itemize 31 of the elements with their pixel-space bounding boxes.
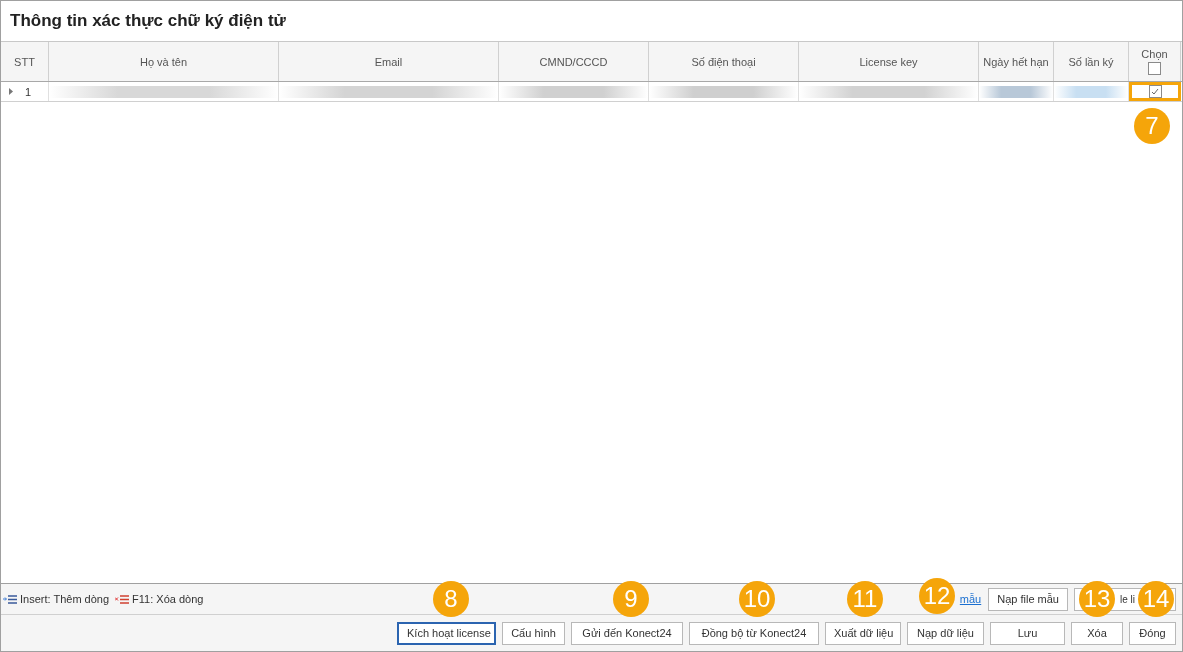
action-button[interactable]: Đóng (1129, 621, 1176, 645)
row-checkbox[interactable] (1148, 85, 1162, 98)
action-button[interactable]: Lưu (990, 621, 1065, 645)
delete-row-icon (115, 594, 130, 604)
column-header[interactable]: Ngày hết hạn (979, 42, 1054, 81)
check-icon (1150, 86, 1160, 97)
row-number: 1 (25, 85, 32, 98)
action-button[interactable]: Cấu hình (502, 621, 565, 645)
column-header[interactable]: STT (1, 42, 49, 81)
select-all-checkbox[interactable] (1148, 62, 1161, 75)
action-button[interactable]: Nạp dữ liệu (907, 621, 984, 645)
shortcut-hint: Insert: Thêm dòng (20, 593, 110, 605)
column-header[interactable]: CMND/CCCD (499, 42, 649, 81)
step-callout-tooltip: 12 (919, 578, 955, 614)
file-button[interactable]: Nạp file mẫu (988, 587, 1068, 611)
action-button[interactable]: Xóa (1071, 621, 1123, 645)
column-header[interactable]: Họ và tên (49, 42, 279, 81)
column-header[interactable]: Số điện thoại (649, 42, 799, 81)
window-title: Thông tin xác thực chữ ký điện tử (10, 11, 286, 31)
step-callout-tooltip: 7 (1134, 108, 1170, 144)
action-button[interactable]: Kích hoạt license (397, 621, 496, 645)
column-header[interactable]: Chọn (1129, 42, 1181, 81)
insert-row-icon (3, 594, 17, 604)
action-button[interactable]: Xuất dữ liệu (825, 621, 901, 645)
template-link[interactable]: mẫu (959, 593, 982, 605)
shortcut-hint: F11: Xóa dòng (132, 593, 204, 605)
action-button[interactable]: Đồng bộ từ Konect24 (689, 621, 819, 645)
column-header[interactable]: License key (799, 42, 979, 81)
action-button[interactable]: Gửi đến Konect24 (571, 621, 683, 645)
column-header[interactable]: Email (279, 42, 499, 81)
column-header[interactable]: Số lần ký (1054, 42, 1129, 81)
